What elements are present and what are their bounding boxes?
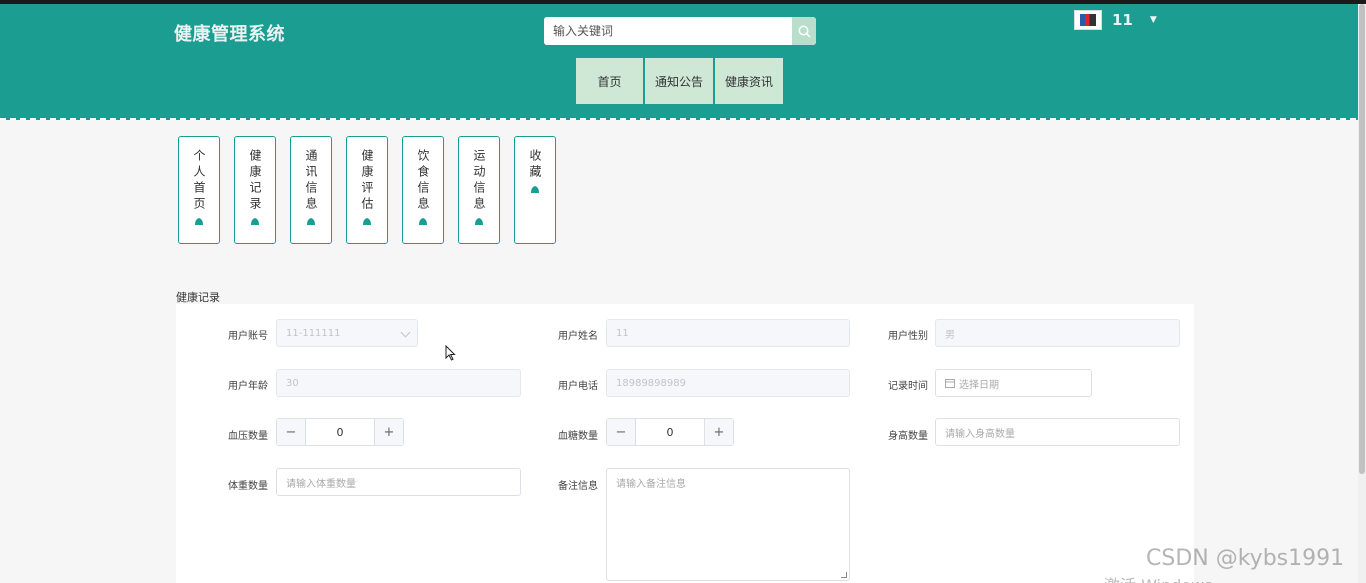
account-value: 11-111111 — [286, 327, 341, 339]
sugar-decrease-button[interactable]: − — [607, 419, 635, 445]
date-picker[interactable]: 选择日期 — [935, 369, 1092, 397]
leaf-icon — [475, 218, 483, 225]
username[interactable]: 11 — [1112, 11, 1133, 29]
menu-card-exercise-info[interactable]: 运动信息 — [458, 136, 500, 244]
height-label: 身高数量 — [888, 431, 928, 442]
header-dashed-divider — [0, 118, 1366, 120]
phone-label: 用户电话 — [558, 381, 598, 392]
gender-label: 用户性别 — [888, 331, 928, 342]
csdn-watermark: CSDN @kybs1991 — [1146, 546, 1345, 571]
menu-card-label: 饮食信息 — [416, 149, 430, 213]
calendar-icon — [945, 379, 955, 388]
search-button[interactable] — [792, 17, 816, 45]
menu-card-health-assessment[interactable]: 健康评估 — [346, 136, 388, 244]
menu-card-label: 健康记录 — [248, 149, 262, 213]
gender-value: 男 — [945, 329, 955, 341]
section-title: 健康记录 — [176, 291, 220, 304]
resize-handle[interactable] — [841, 572, 847, 578]
leaf-icon — [419, 218, 427, 225]
weight-placeholder: 请输入体重数量 — [286, 478, 356, 490]
menu-card-label: 健康评估 — [360, 149, 374, 213]
age-field[interactable]: 30 — [276, 369, 521, 397]
height-input[interactable]: 请输入身高数量 — [935, 418, 1180, 446]
height-placeholder: 请输入身高数量 — [945, 428, 1015, 440]
age-value: 30 — [286, 377, 299, 389]
sugar-label: 血糖数量 — [558, 431, 598, 442]
time-label: 记录时间 — [888, 381, 928, 392]
caret-down-icon[interactable]: ▼ — [1150, 15, 1157, 25]
menu-card-diet-info[interactable]: 饮食信息 — [402, 136, 444, 244]
user-menu[interactable]: 11 ▼ — [1074, 10, 1157, 30]
leaf-icon — [251, 218, 259, 225]
account-select[interactable]: 11-111111 — [276, 319, 418, 347]
weight-input[interactable]: 请输入体重数量 — [276, 468, 521, 496]
leaf-icon — [363, 218, 371, 225]
menu-card-label: 收藏 — [528, 149, 542, 181]
scrollbar-thumb[interactable] — [1359, 4, 1365, 474]
menu-card-label: 运动信息 — [472, 149, 486, 213]
leaf-icon — [531, 186, 539, 193]
avatar-image — [1080, 14, 1096, 26]
menu-card-label: 通讯信息 — [304, 149, 318, 213]
remark-textarea[interactable]: 请输入备注信息 — [606, 468, 850, 581]
sugar-value[interactable]: 0 — [635, 419, 705, 445]
brand-title: 健康管理系统 — [174, 24, 285, 45]
menu-card-contact-info[interactable]: 通讯信息 — [290, 136, 332, 244]
nav-home[interactable]: 首页 — [576, 58, 643, 104]
bp-increase-button[interactable]: + — [375, 419, 403, 445]
bp-value[interactable]: 0 — [305, 419, 375, 445]
remark-label: 备注信息 — [558, 481, 598, 492]
side-menu: 个人首页 健康记录 通讯信息 健康评估 饮食信息 运动信息 收藏 — [178, 136, 556, 244]
page-scrollbar[interactable] — [1358, 4, 1366, 583]
sugar-increase-button[interactable]: + — [705, 419, 733, 445]
menu-card-label: 个人首页 — [192, 149, 206, 213]
account-label: 用户账号 — [228, 331, 268, 342]
leaf-icon — [195, 218, 203, 225]
search-icon — [798, 25, 811, 38]
leaf-icon — [307, 218, 315, 225]
chevron-down-icon — [400, 327, 411, 338]
menu-card-health-record[interactable]: 健康记录 — [234, 136, 276, 244]
avatar[interactable] — [1074, 10, 1102, 30]
nav-notice[interactable]: 通知公告 — [645, 58, 713, 104]
phone-value: 18989898989 — [616, 377, 686, 389]
remark-placeholder: 请输入备注信息 — [616, 479, 686, 490]
weight-label: 体重数量 — [228, 481, 268, 492]
phone-field[interactable]: 18989898989 — [606, 369, 850, 397]
name-label: 用户姓名 — [558, 331, 598, 342]
nav-health-news[interactable]: 健康资讯 — [715, 58, 783, 104]
main-nav: 首页 通知公告 健康资讯 — [576, 58, 783, 104]
bp-stepper[interactable]: − 0 + — [276, 418, 404, 446]
bp-label: 血压数量 — [228, 431, 268, 442]
windows-activation-text: 激活 Windows — [1104, 572, 1213, 583]
name-value: 11 — [616, 327, 629, 339]
sugar-stepper[interactable]: − 0 + — [606, 418, 734, 446]
gender-field[interactable]: 男 — [935, 319, 1180, 347]
bp-decrease-button[interactable]: − — [277, 419, 305, 445]
age-label: 用户年龄 — [228, 381, 268, 392]
header: 健康管理系统 11 ▼ 首页 通知公告 健康资讯 — [0, 4, 1366, 120]
menu-card-favorites[interactable]: 收藏 — [514, 136, 556, 244]
mouse-cursor-icon — [445, 345, 456, 361]
search-box — [544, 17, 816, 45]
search-input[interactable] — [544, 17, 792, 45]
date-placeholder: 选择日期 — [959, 379, 999, 391]
menu-card-profile[interactable]: 个人首页 — [178, 136, 220, 244]
name-field[interactable]: 11 — [606, 319, 850, 347]
